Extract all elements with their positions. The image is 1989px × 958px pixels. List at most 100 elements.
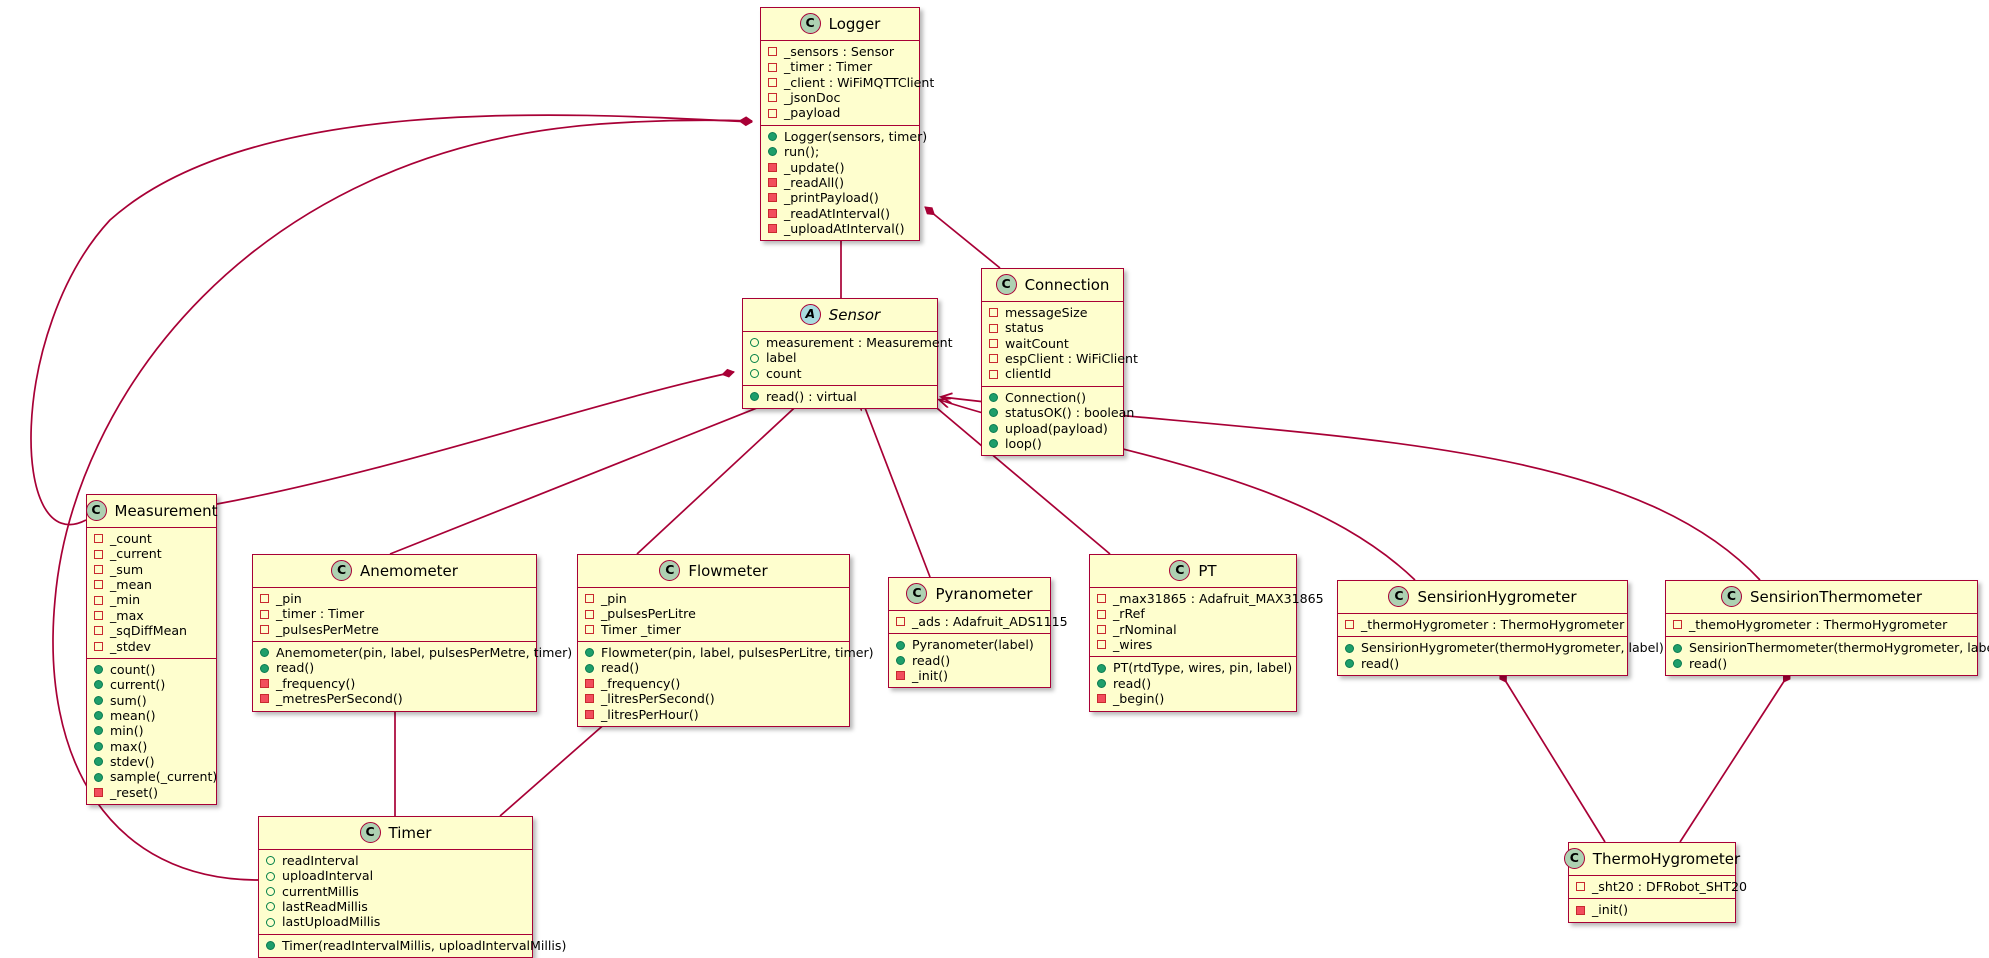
class-methods-section: Logger(sensors, timer) run(); _update() _re…: [761, 124, 927, 241]
method-label: stdev(): [110, 754, 155, 770]
class-method: _litresPerHour(): [584, 707, 843, 722]
class-name: Pyranometer: [935, 584, 1033, 603]
uml-class-logger[interactable]: C Logger _sensors : Sensor _timer : Timer _c…: [760, 7, 934, 242]
class-field: _payload: [767, 105, 913, 120]
field-label: Timer _timer: [601, 621, 681, 637]
private-field-icon: [768, 77, 777, 87]
private-method-icon: [260, 678, 269, 688]
uml-class-anemometer[interactable]: C Anemometer _pin _timer : Timer _pulsesPerM…: [252, 554, 572, 712]
private-method-icon: [768, 224, 777, 234]
field-label: _pulsesPerMetre: [276, 621, 379, 637]
uml-class-sensirionHygrometer[interactable]: C SensirionHygrometer _thermoHygrometer : …: [1337, 580, 1664, 677]
field-label: _thermoHygrometer : ThermoHygrometer: [1361, 617, 1625, 632]
private-field-icon: [260, 624, 269, 634]
uml-class-timer[interactable]: C Timer readInterval uploadInterval currentM…: [258, 816, 566, 958]
method-label: _frequency(): [276, 675, 356, 691]
class-name: SensirionThermometer: [1750, 587, 1922, 606]
field-label: _rNominal: [1113, 621, 1177, 637]
method-label: _metresPerSecond(): [276, 691, 403, 707]
uml-class-measurement[interactable]: C Measurement _count _current _sum _mean _min _…: [85, 494, 218, 806]
method-label: count(): [110, 661, 156, 677]
method-label: _printPayload(): [784, 190, 879, 206]
class-method: _readAll(): [767, 175, 913, 190]
class-method: _metresPerSecond(): [259, 691, 530, 706]
private-field-icon: [585, 594, 594, 604]
class-header: C Flowmeter: [578, 555, 849, 588]
method-label: min(): [110, 723, 144, 739]
class-field: clientId: [988, 366, 1117, 381]
private-field-icon: [989, 338, 998, 348]
class-field: _max: [93, 608, 210, 623]
public-method-icon: [989, 423, 998, 433]
private-field-icon: [94, 580, 103, 590]
class-field: lastUploadMillis: [265, 914, 526, 929]
class-name: SensirionHygrometer: [1417, 587, 1577, 606]
protected-field-icon: [266, 886, 275, 896]
class-method: read(): [1672, 656, 1971, 671]
edge-thermohygrometer-sensirionhygrometer: [1499, 672, 1606, 843]
private-field-icon: [1345, 620, 1354, 630]
class-method: run();: [767, 144, 913, 159]
field-label: _pin: [601, 591, 627, 606]
class-method: mean(): [93, 708, 210, 723]
class-fields-section: readInterval uploadInterval currentMillis l…: [259, 850, 532, 934]
field-label: _sht20 : DFRobot_SHT20: [1592, 879, 1747, 894]
uml-class-sensor[interactable]: A Sensor measurement : Measurement label cou…: [742, 298, 953, 410]
method-label: loop(): [1005, 435, 1042, 451]
class-header: C SensirionHygrometer: [1338, 581, 1627, 614]
private-field-icon: [94, 564, 103, 574]
class-badge-icon: C: [1388, 586, 1410, 607]
class-field: _thermoHygrometer : ThermoHygrometer: [1344, 617, 1625, 632]
class-method: SensirionThermometer(thermoHygrometer, l…: [1672, 640, 1989, 655]
class-header: C Anemometer: [253, 555, 536, 588]
protected-field-icon: [750, 338, 759, 348]
class-field: measurement : Measurement: [749, 335, 953, 350]
class-field: _pin: [584, 591, 843, 606]
class-method: read() : virtual: [749, 389, 931, 404]
uml-class-thermoHygrometer[interactable]: C ThermoHygrometer _sht20 : DFRobot_SHT20 _…: [1563, 842, 1747, 923]
class-field: _client : WiFiMQTTClient: [767, 75, 934, 90]
class-badge-icon: C: [906, 583, 928, 604]
edge-flowmeter-sensor: [636, 398, 805, 555]
class-field: readInterval: [265, 853, 526, 868]
private-field-icon: [768, 93, 777, 103]
uml-class-pt[interactable]: C PT _max31865 : Adafruit_MAX31865 _rRef _rN…: [1089, 554, 1324, 712]
public-method-icon: [1097, 678, 1106, 688]
field-label: readInterval: [282, 853, 359, 868]
uml-class-sensirionThermometer[interactable]: C SensirionThermometer _themoHygrometer : …: [1665, 580, 1989, 677]
field-label: _sqDiffMean: [110, 623, 188, 639]
class-fields-section: _thermoHygrometer : ThermoHygrometer: [1338, 614, 1627, 636]
field-label: _sensors : Sensor: [784, 44, 895, 59]
field-label: _jsonDoc: [784, 90, 841, 106]
field-label: _rRef: [1113, 606, 1145, 622]
method-label: _uploadAtInterval(): [784, 220, 905, 236]
class-name: ThermoHygrometer: [1592, 849, 1741, 868]
method-label: run();: [784, 144, 820, 160]
edge-connection-logger: [925, 206, 1001, 269]
field-label: count: [766, 365, 802, 381]
method-label: _readAll(): [784, 174, 845, 190]
class-fields-section: _count _current _sum _mean _min _max _sqDiffMe…: [87, 528, 216, 658]
public-method-icon: [260, 648, 269, 658]
class-method: min(): [93, 723, 210, 738]
method-label: read(): [276, 660, 315, 676]
field-label: label: [766, 350, 797, 366]
public-method-icon: [1673, 643, 1682, 653]
class-field: _timer : Timer: [767, 59, 913, 74]
class-field: _jsonDoc: [767, 90, 913, 105]
class-method: _reset(): [93, 785, 210, 800]
uml-class-connection[interactable]: C Connection messageSize status waitCount esp…: [981, 268, 1138, 457]
uml-class-pyranometer[interactable]: C Pyranometer _ads : Adafruit_ADS1115 Pyran…: [888, 577, 1068, 689]
private-field-icon: [94, 641, 103, 651]
method-label: read(): [1113, 675, 1152, 691]
private-method-icon: [94, 787, 103, 797]
class-field: _timer : Timer: [259, 606, 530, 621]
private-field-icon: [989, 308, 998, 318]
method-label: PT(rtdType, wires, pin, label): [1113, 660, 1293, 676]
field-label: _stdev: [110, 638, 151, 654]
public-method-icon: [94, 695, 103, 705]
class-fields-section: _sht20 : DFRobot_SHT20: [1569, 876, 1747, 898]
public-method-icon: [1345, 658, 1354, 668]
field-label: _payload: [784, 105, 841, 121]
uml-class-flowmeter[interactable]: C Flowmeter _pin _pulsesPerLitre Timer _time…: [577, 554, 874, 727]
